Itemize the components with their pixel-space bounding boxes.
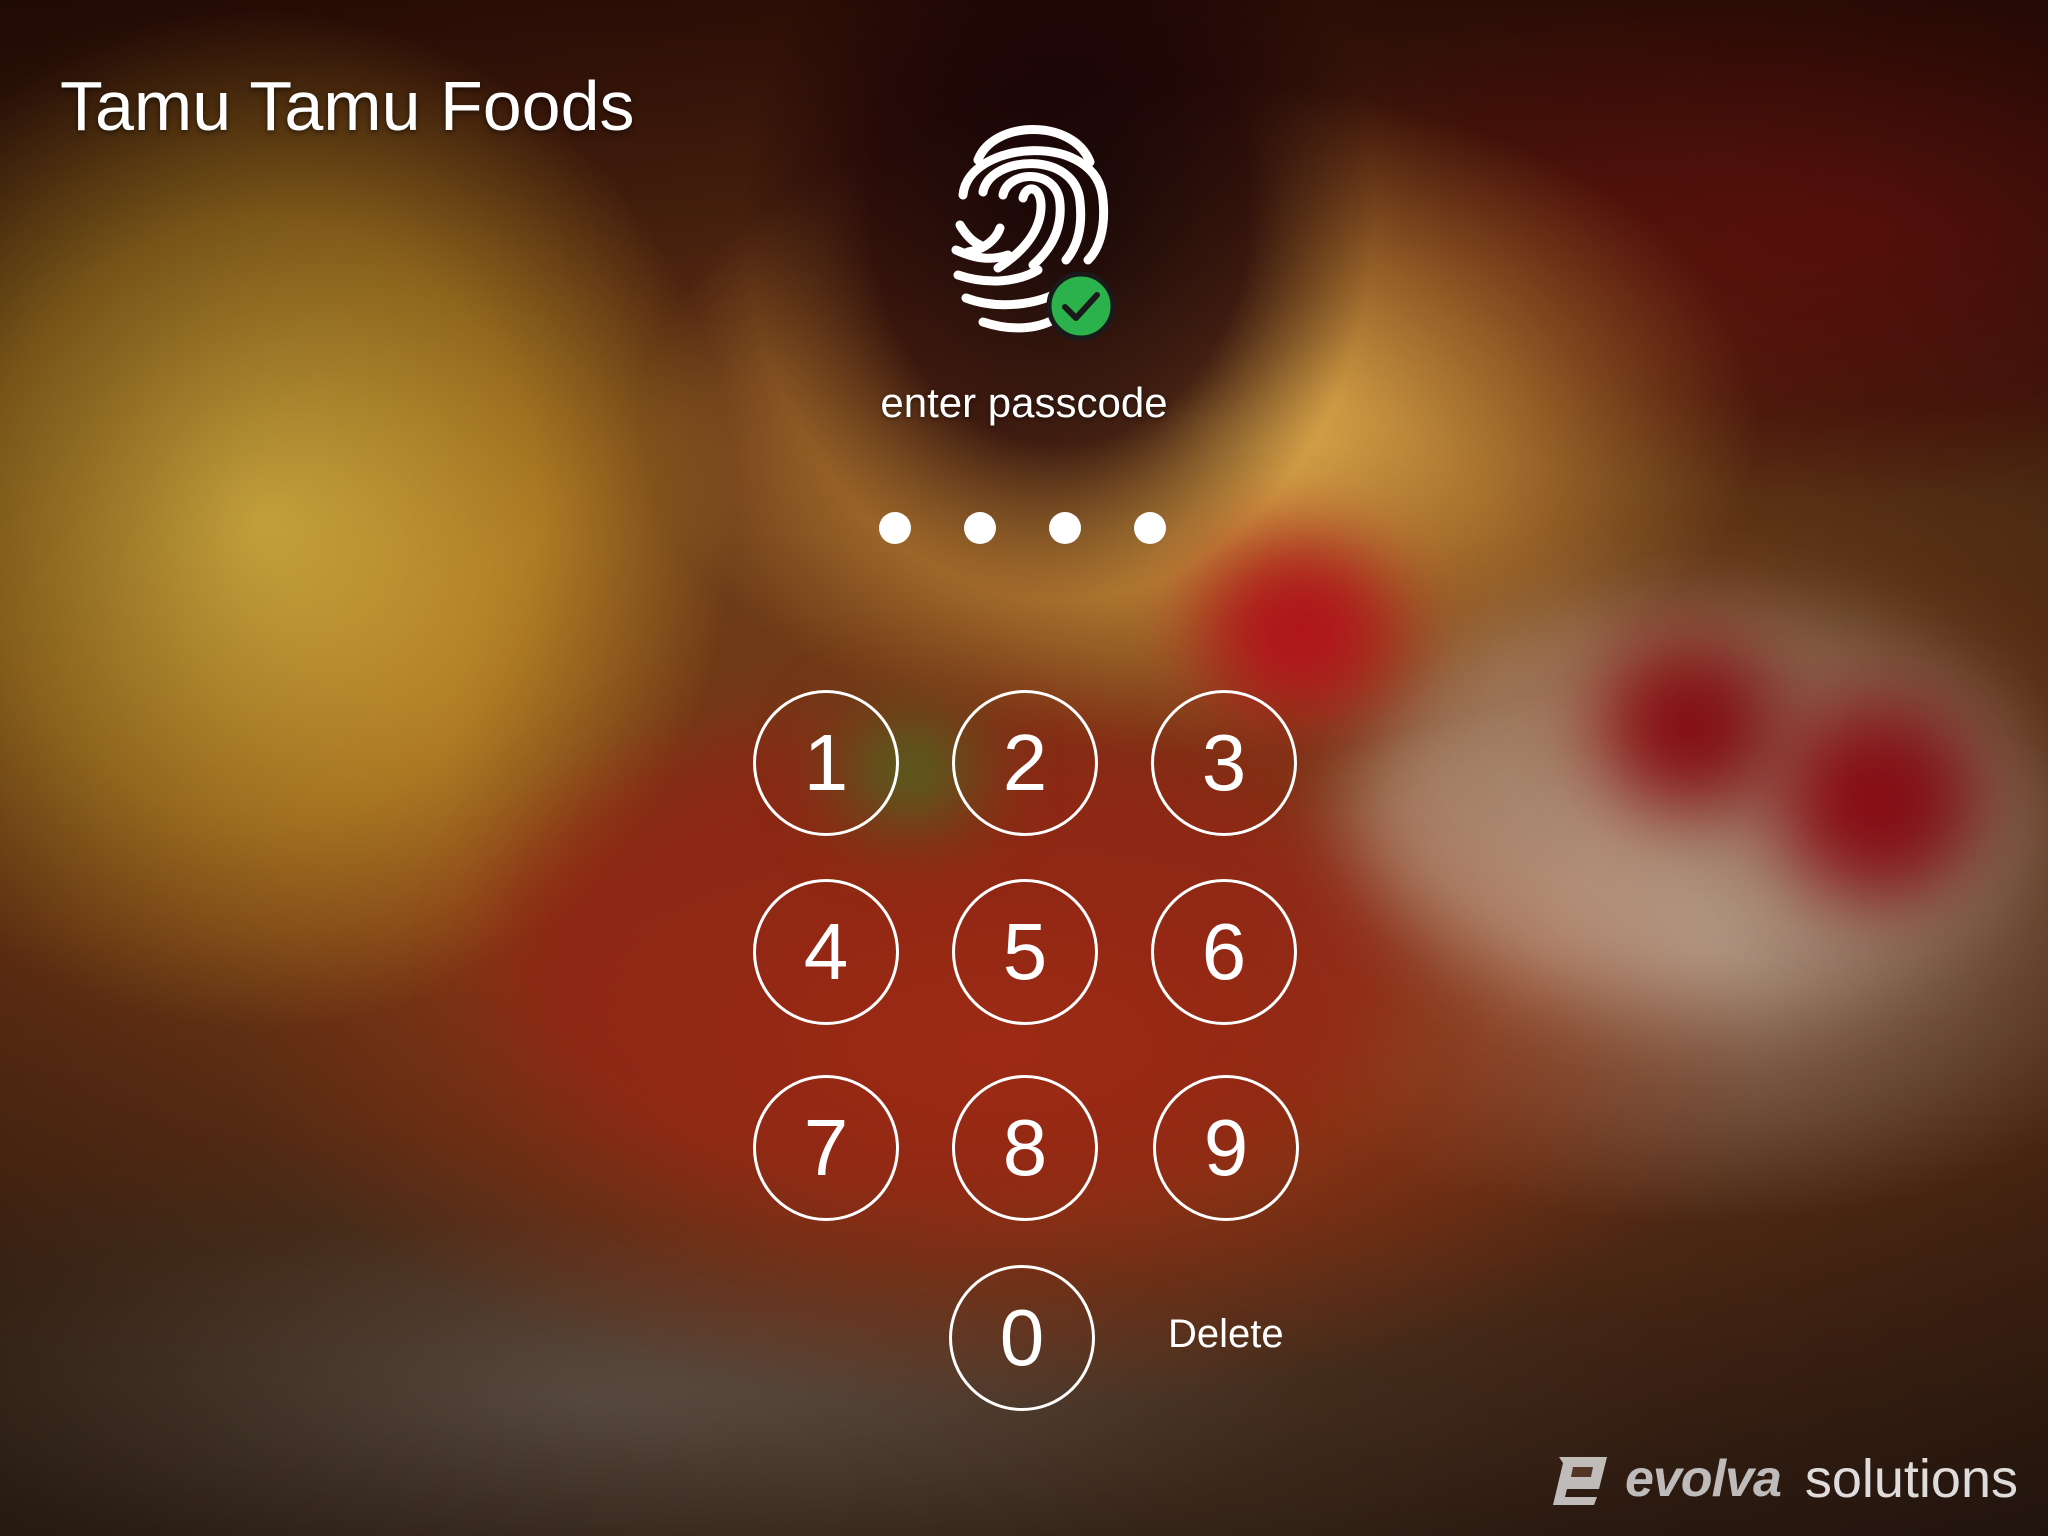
- keypad-key-6[interactable]: 6: [1151, 879, 1297, 1025]
- keypad-key-7[interactable]: 7: [753, 1075, 899, 1221]
- checkmark-icon: [1046, 271, 1116, 341]
- keypad-key-3[interactable]: 3: [1151, 690, 1297, 836]
- keypad-key-4[interactable]: 4: [753, 879, 899, 1025]
- passcode-prompt: enter passcode: [880, 379, 1168, 426]
- delete-button[interactable]: Delete: [1168, 1310, 1284, 1358]
- passcode-dot: [1134, 512, 1166, 544]
- passcode-dot: [879, 512, 911, 544]
- evolva-logo-icon: [1552, 1457, 1607, 1505]
- keypad-key-0[interactable]: 0: [949, 1265, 1095, 1411]
- keypad-key-5[interactable]: 5: [952, 879, 1098, 1025]
- keypad-key-8[interactable]: 8: [952, 1075, 1098, 1221]
- passcode-dot: [1049, 512, 1081, 544]
- keypad-key-9[interactable]: 9: [1153, 1075, 1299, 1221]
- brand-name: evolva: [1624, 1450, 1782, 1508]
- app-title: Tamu Tamu Foods: [60, 67, 635, 145]
- keypad-key-2[interactable]: 2: [952, 690, 1098, 836]
- passcode-dot: [964, 512, 996, 544]
- brand-footer: evolva solutions: [1545, 1444, 2018, 1514]
- keypad-key-1[interactable]: 1: [753, 690, 899, 836]
- passcode-indicator: [873, 512, 1173, 546]
- brand-suffix: solutions: [1804, 1449, 2018, 1509]
